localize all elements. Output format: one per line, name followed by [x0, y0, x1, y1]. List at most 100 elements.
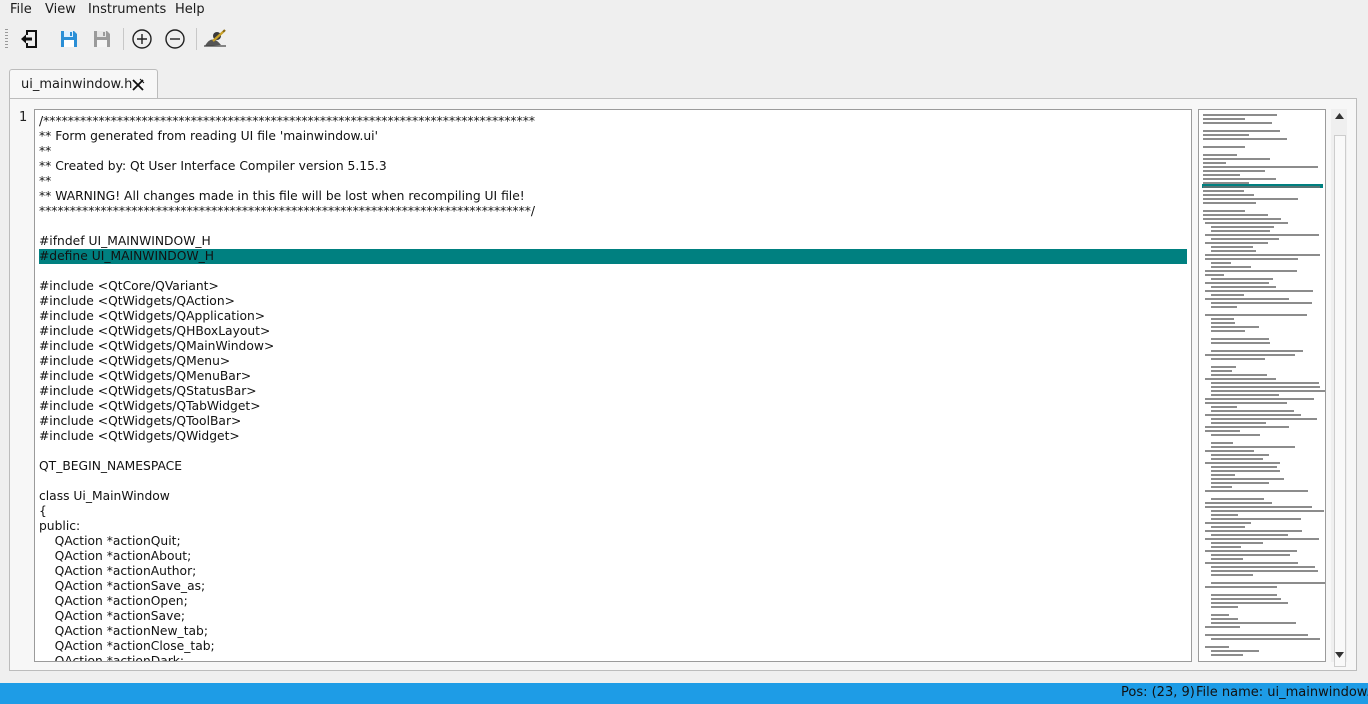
zoom-out-button[interactable] — [161, 25, 189, 53]
menu-view[interactable]: View — [44, 2, 77, 18]
code-line: #include <QtWidgets/QTabWidget> — [39, 399, 261, 413]
tab-ui-mainwindow[interactable]: ui_mainwindow.h — [9, 69, 158, 99]
minimap-line — [1211, 514, 1238, 516]
menu-file[interactable]: File — [9, 2, 33, 18]
toolbar-grip[interactable] — [5, 29, 8, 49]
tab-label: ui_mainwindow.h — [21, 77, 133, 92]
minimap-line — [1205, 314, 1307, 316]
line-number: 1 — [19, 110, 28, 125]
minimap-line — [1205, 646, 1229, 648]
minimap-line — [1205, 354, 1295, 356]
minimap-line — [1211, 250, 1256, 252]
minimap-line — [1211, 558, 1243, 560]
minimap-line — [1211, 246, 1253, 248]
minimap-line — [1211, 618, 1238, 620]
status-bar: Pos: (23, 9) File name: ui_mainwindow.h — [0, 683, 1368, 704]
minimap-line — [1203, 162, 1226, 164]
exit-button[interactable] — [16, 25, 44, 53]
minimap-line — [1211, 510, 1324, 512]
minimap-line — [1211, 602, 1288, 604]
minimap-line — [1211, 614, 1229, 616]
minimap-line — [1203, 170, 1265, 172]
code-line: ** WARNING! All changes made in this fil… — [39, 189, 525, 203]
minimap-line — [1205, 242, 1268, 244]
minimap-line — [1205, 506, 1312, 508]
code-line: #include <QtWidgets/QMenuBar> — [39, 369, 252, 383]
minimap-line — [1211, 294, 1244, 296]
code-minimap[interactable] — [1198, 109, 1326, 662]
code-line: QAction *actionOpen; — [39, 594, 188, 608]
code-line: #include <QtWidgets/QApplication> — [39, 309, 266, 323]
code-line: QAction *actionAbout; — [39, 549, 192, 563]
minimap-line — [1211, 370, 1232, 372]
toolbar-separator — [123, 28, 124, 50]
code-line: public: — [39, 519, 81, 533]
menu-help[interactable]: Help — [174, 2, 206, 18]
minimap-line — [1203, 190, 1244, 192]
minimap-line — [1211, 374, 1267, 376]
minimap-line — [1203, 158, 1270, 160]
minimap-line — [1203, 198, 1298, 200]
minimap-line — [1205, 462, 1280, 464]
minimap-line — [1203, 118, 1245, 120]
minimap-line — [1205, 490, 1308, 492]
code-line: QAction *actionSave_as; — [39, 579, 206, 593]
minimap-line — [1211, 478, 1284, 480]
save-as-button[interactable] — [88, 25, 116, 53]
code-editor[interactable]: /***************************************… — [34, 109, 1192, 662]
minimap-line — [1211, 394, 1279, 396]
toolbar — [0, 20, 1368, 58]
minimap-line — [1211, 654, 1243, 656]
code-line: QAction *actionNew_tab; — [39, 624, 209, 638]
scrollbar-handle[interactable] — [1334, 135, 1346, 667]
minimap-line — [1211, 498, 1264, 500]
minimap-line — [1211, 434, 1260, 436]
minimap-line — [1211, 266, 1251, 268]
minimap-line — [1205, 550, 1297, 552]
code-line: #include <QtWidgets/QHBoxLayout> — [39, 324, 271, 338]
minimap-line — [1203, 210, 1245, 212]
minimap-line — [1211, 566, 1315, 568]
save-icon — [61, 31, 77, 47]
cursor-position: Pos: (23, 9) — [1121, 685, 1195, 700]
minimap-line — [1205, 430, 1240, 432]
minimap-line — [1211, 570, 1318, 572]
minimap-line — [1205, 522, 1251, 524]
arrow-down-icon — [1334, 652, 1344, 658]
minimap-line — [1211, 594, 1277, 596]
minimap-line — [1211, 606, 1238, 608]
scroll-up-button[interactable] — [1331, 109, 1347, 123]
minimap-line — [1211, 238, 1279, 240]
scroll-down-button[interactable] — [1331, 648, 1347, 662]
minimap-line — [1211, 326, 1259, 328]
minimap-line — [1205, 626, 1240, 628]
minimap-line — [1211, 338, 1269, 340]
minimap-line — [1205, 414, 1301, 416]
minimap-line — [1205, 274, 1224, 276]
vertical-scrollbar[interactable] — [1331, 109, 1347, 667]
minimap-line — [1211, 518, 1301, 520]
minimap-line — [1205, 530, 1302, 532]
minimap-line — [1211, 318, 1234, 320]
minimap-line — [1211, 454, 1269, 456]
save-button[interactable] — [55, 25, 83, 53]
minimap-line — [1203, 194, 1254, 196]
code-line: QAction *actionQuit; — [39, 534, 181, 548]
close-tab-icon[interactable] — [130, 77, 146, 93]
menu-instruments[interactable]: Instruments — [87, 2, 167, 18]
code-line: /***************************************… — [39, 114, 536, 128]
minimap-line — [1211, 458, 1263, 460]
minimap-line — [1205, 562, 1298, 564]
minimap-line — [1203, 174, 1240, 176]
minimap-line — [1211, 406, 1237, 408]
minimap-line — [1211, 486, 1232, 488]
theme-icon — [204, 29, 226, 47]
zoom-in-button[interactable] — [128, 25, 156, 53]
minimap-line — [1211, 650, 1259, 652]
code-line: ** — [39, 144, 52, 158]
theme-button[interactable] — [201, 25, 229, 53]
minimap-line — [1205, 402, 1287, 404]
